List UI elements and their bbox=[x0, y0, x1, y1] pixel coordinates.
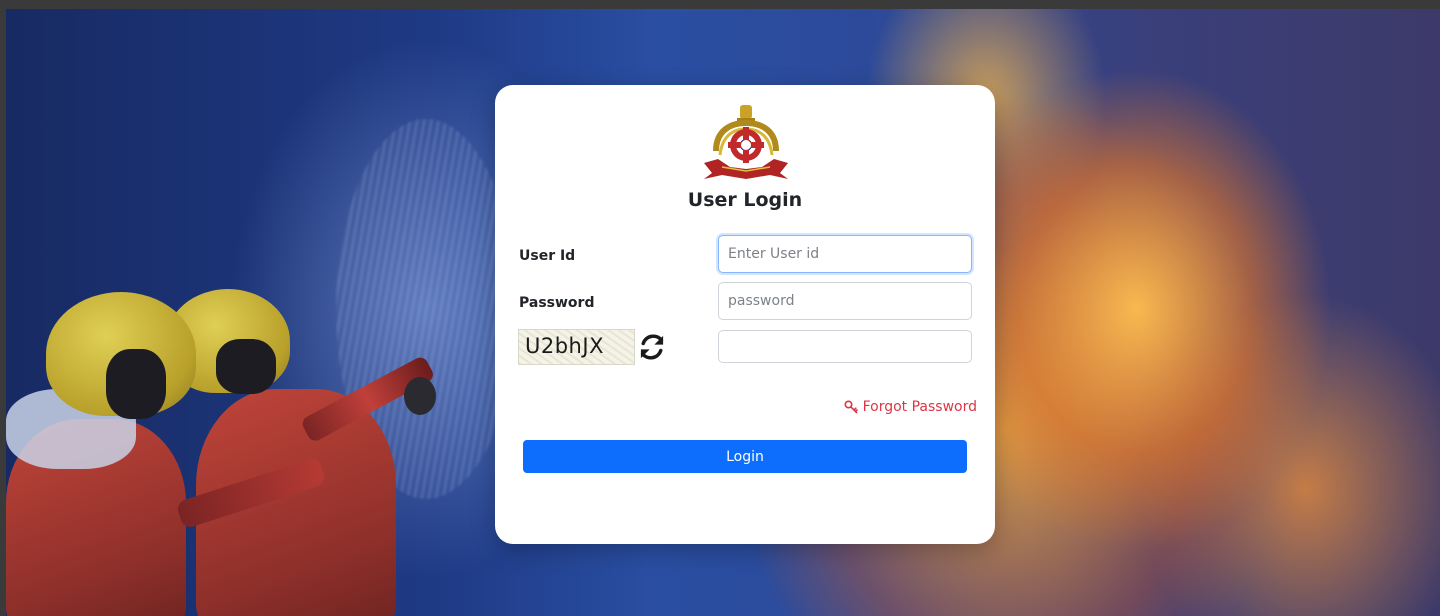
page-title: User Login bbox=[687, 189, 803, 211]
key-icon bbox=[844, 400, 858, 414]
hose-nozzle bbox=[404, 377, 436, 415]
login-button[interactable]: Login bbox=[523, 440, 967, 473]
user-id-label: User Id bbox=[519, 248, 576, 264]
password-input[interactable] bbox=[718, 282, 972, 320]
refresh-icon[interactable] bbox=[638, 333, 666, 361]
captcha-input[interactable] bbox=[718, 330, 972, 363]
forgot-password-label: Forgot Password bbox=[862, 399, 977, 415]
login-card: User Login User Id Password U2bhJX Forgo… bbox=[495, 85, 995, 544]
forgot-password-link[interactable]: Forgot Password bbox=[844, 399, 977, 415]
password-label: Password bbox=[519, 295, 595, 311]
captcha-image: U2bhJX bbox=[518, 329, 635, 365]
user-id-input[interactable] bbox=[718, 235, 972, 273]
police-emblem bbox=[704, 105, 788, 179]
